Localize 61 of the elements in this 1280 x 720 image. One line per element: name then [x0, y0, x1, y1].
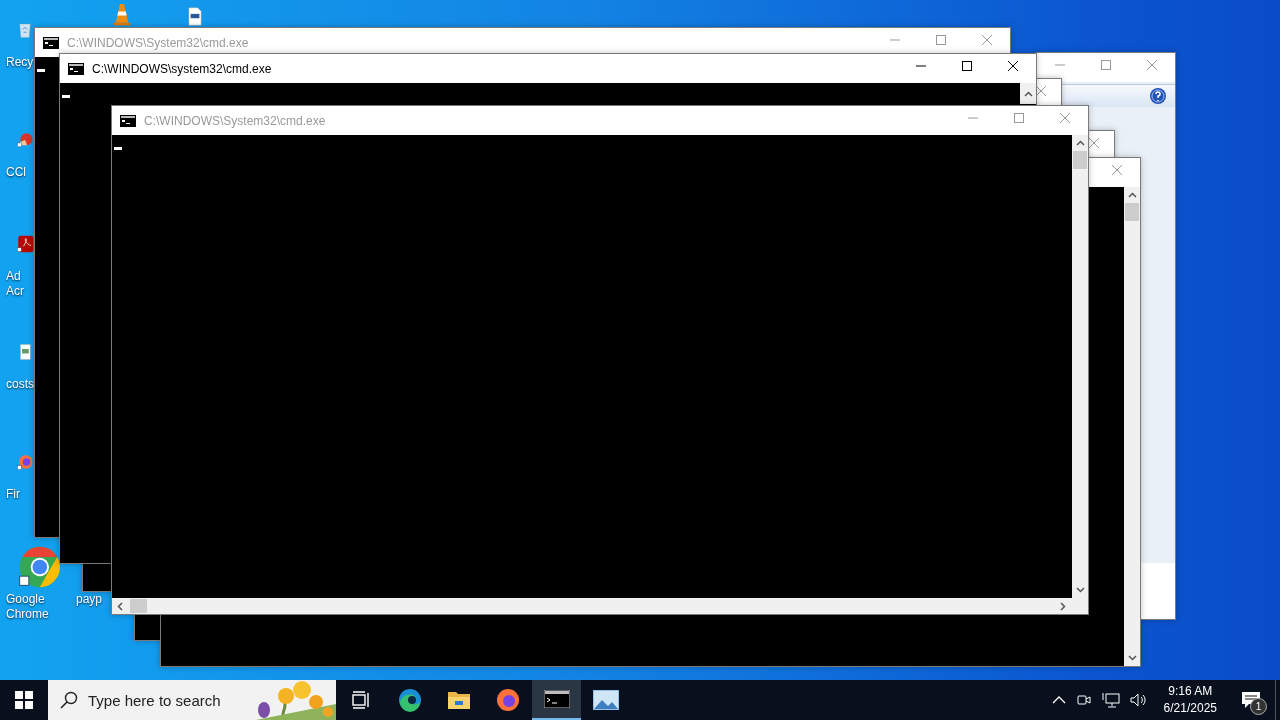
maximize-icon	[962, 61, 972, 71]
scroll-up-icon	[1127, 192, 1137, 198]
desktop-icon-label[interactable]: payp	[76, 592, 103, 607]
maximize-icon	[936, 35, 946, 45]
edge-icon	[397, 688, 422, 712]
vertical-scrollbar[interactable]	[1072, 135, 1088, 598]
desktop-icon-label[interactable]: CCl	[6, 165, 26, 180]
close-icon	[1089, 138, 1099, 148]
scroll-up-button[interactable]	[1020, 83, 1036, 104]
scroll-right-icon	[1060, 601, 1066, 611]
notification-count: 1	[1250, 698, 1267, 715]
network-icon[interactable]	[1101, 692, 1120, 708]
close-icon	[1147, 60, 1157, 70]
console-icon	[120, 114, 136, 127]
help-icon[interactable]	[1149, 87, 1167, 105]
window-title: C:\WINDOWS\System32\cmd.exe	[67, 35, 249, 50]
console-icon	[543, 690, 570, 708]
window-title: C:\WINDOWS\System32\cmd.exe	[144, 113, 326, 128]
desktop-icon-label[interactable]: Google Chrome	[6, 592, 68, 622]
horizontal-scrollbar[interactable]	[112, 598, 1088, 614]
scroll-left-icon	[117, 601, 123, 611]
scrollbar-thumb[interactable]	[1073, 151, 1087, 169]
clock[interactable]: 9:16 AM 6/21/2025	[1157, 683, 1223, 717]
vertical-scrollbar[interactable]	[1124, 187, 1140, 666]
scroll-up-icon	[1023, 90, 1033, 97]
taskbar-app-button[interactable]	[532, 680, 581, 720]
camera-icon[interactable]	[1075, 692, 1092, 708]
search-bar[interactable]: Type here to search	[48, 680, 336, 720]
close-icon	[1060, 113, 1070, 123]
close-icon	[982, 35, 992, 45]
search-field[interactable]: Type here to search	[88, 688, 253, 712]
close-icon	[1112, 165, 1122, 175]
chevron-up-icon[interactable]	[1051, 695, 1066, 705]
chrome-icon[interactable]	[16, 545, 60, 589]
desktop-icon-label[interactable]: costs	[6, 377, 34, 392]
desktop-icon-label[interactable]: Ad Acr	[6, 269, 24, 299]
close-icon	[1008, 61, 1018, 71]
text-cursor	[114, 147, 122, 150]
windows-logo-icon	[15, 691, 33, 709]
task-view-icon	[350, 690, 371, 710]
console-icon	[43, 36, 59, 49]
scrollbar-thumb[interactable]	[1125, 203, 1139, 221]
search-icon	[60, 691, 78, 709]
console-icon	[68, 62, 84, 75]
scrollbar-thumb[interactable]	[130, 599, 147, 613]
scroll-down-icon	[1075, 587, 1085, 593]
text-cursor	[37, 69, 45, 72]
close-icon	[1036, 86, 1046, 96]
scroll-up-icon	[1075, 140, 1085, 146]
volume-icon[interactable]	[1129, 692, 1148, 708]
firefox-icon	[495, 688, 520, 712]
notifications-button[interactable]: 1	[1233, 680, 1269, 720]
window-title: C:\WINDOWS\system32\cmd.exe	[92, 61, 272, 76]
maximize-icon	[1101, 60, 1111, 70]
maximize-icon	[1014, 113, 1024, 123]
scroll-down-icon	[1127, 655, 1137, 661]
desktop-icon-label[interactable]: Fir	[6, 487, 20, 502]
desktop-icon-label[interactable]: Recy	[6, 55, 34, 70]
text-cursor	[62, 95, 70, 98]
picture-app-icon	[592, 690, 619, 710]
folder-icon	[446, 689, 471, 711]
